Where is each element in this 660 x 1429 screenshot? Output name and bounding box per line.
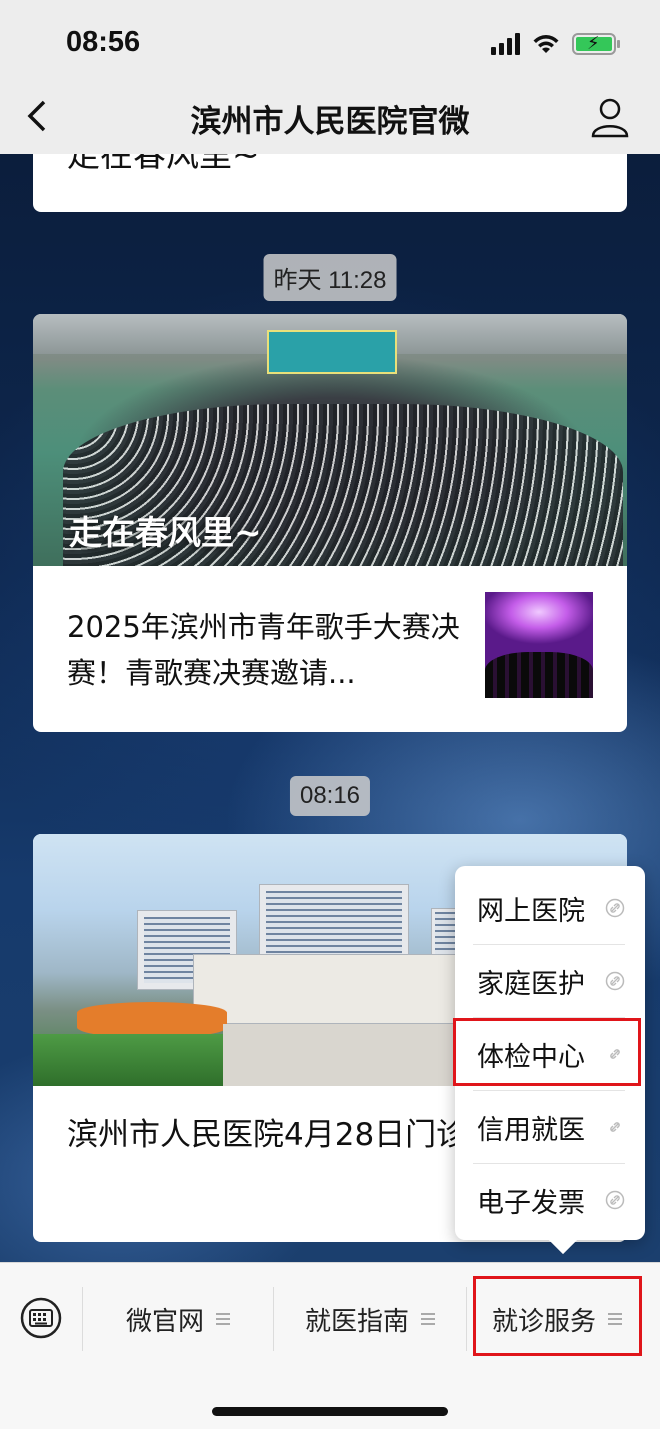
tab-visit-service[interactable]: 就诊服务 — [474, 1283, 640, 1355]
menu-item-label: 家庭医护 — [477, 968, 585, 1000]
menu-item-label: 体检中心 — [477, 1041, 585, 1073]
link-icon — [610, 1122, 620, 1132]
menu-lines-icon — [216, 1313, 230, 1325]
tab-micro-website[interactable]: 微官网 — [83, 1283, 273, 1355]
article-card-clipped[interactable]: 走在春风里~ — [33, 150, 627, 212]
wifi-icon — [533, 35, 559, 53]
menu-item-e-invoice[interactable]: 电子发票 — [477, 1164, 625, 1236]
status-time: 08:56 — [66, 26, 141, 58]
sub-article-thumbnail — [485, 592, 593, 698]
link-icon — [610, 1049, 620, 1059]
menu-item-online-hospital[interactable]: 网上医院 — [477, 872, 625, 944]
sub-article-row[interactable]: 2025年滨州市青年歌手大赛决赛！青歌赛决赛邀请... — [33, 566, 627, 732]
header: 08:56 ⚡ 滨州市人民医院官微 — [0, 0, 660, 154]
menu-item-family-care[interactable]: 家庭医护 — [477, 945, 625, 1017]
menu-item-label: 电子发票 — [477, 1187, 585, 1219]
link-icon — [605, 898, 625, 918]
status-icons: ⚡ — [491, 30, 620, 58]
tab-medical-guide[interactable]: 就医指南 — [274, 1283, 466, 1355]
service-popup-menu: 网上医院 家庭医护 体检中心 信用就医 电子发票 — [455, 866, 645, 1240]
menu-item-credit-medical[interactable]: 信用就医 — [477, 1091, 625, 1163]
article-card[interactable]: 走在春风里~ 2025年滨州市青年歌手大赛决赛！青歌赛决赛邀请... — [33, 314, 627, 732]
message-timestamp: 08:16 — [289, 776, 371, 816]
keyboard-icon[interactable] — [20, 1297, 62, 1339]
message-timestamp: 昨天 11:28 — [263, 254, 397, 301]
tab-label: 微官网 — [125, 1306, 204, 1337]
home-indicator — [212, 1407, 448, 1416]
article-cover-image[interactable]: 走在春风里~ — [33, 314, 627, 566]
link-icon — [605, 1190, 625, 1210]
tab-label: 就医指南 — [304, 1306, 409, 1337]
article-cover-caption: 走在春风里~ — [69, 513, 262, 552]
menu-item-checkup-center[interactable]: 体检中心 — [477, 1018, 625, 1090]
tab-label: 就诊服务 — [491, 1306, 596, 1337]
menu-lines-icon — [608, 1313, 622, 1325]
signal-icon — [491, 33, 520, 55]
menu-item-label: 网上医院 — [477, 895, 585, 927]
bottom-menu-bar: 微官网 就医指南 就诊服务 — [0, 1262, 660, 1429]
sub-article-title: 2025年滨州市青年歌手大赛决赛！青歌赛决赛邀请... — [67, 610, 460, 690]
link-icon — [605, 971, 625, 991]
menu-lines-icon — [421, 1313, 435, 1325]
menu-item-label: 信用就医 — [477, 1114, 585, 1146]
battery-icon: ⚡ — [572, 33, 620, 55]
page-title: 滨州市人民医院官微 — [190, 104, 470, 140]
person-icon[interactable] — [590, 96, 630, 138]
